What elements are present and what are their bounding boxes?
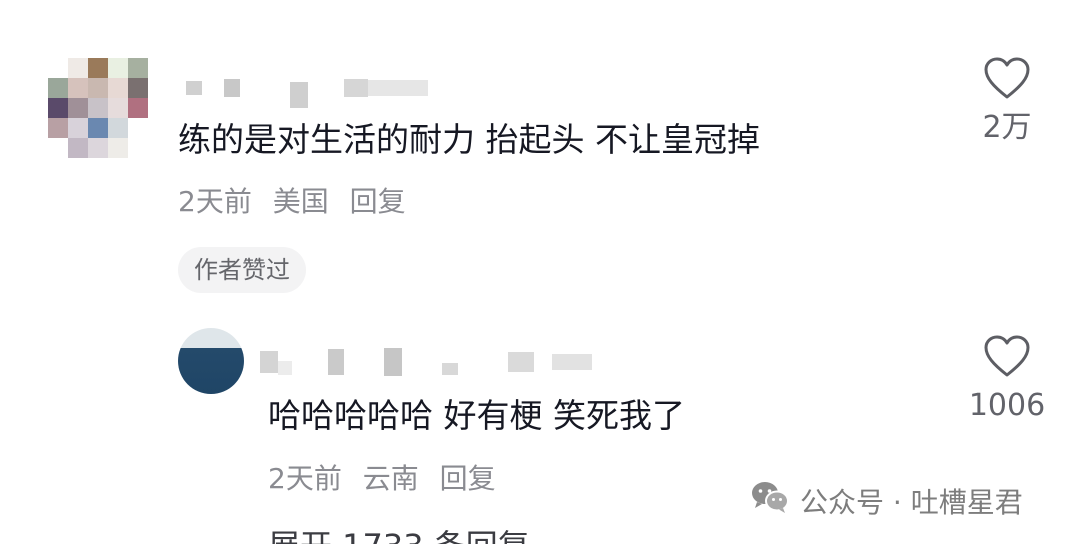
like-button[interactable]: 2万: [962, 56, 1052, 148]
comment-location: 美国: [272, 185, 329, 218]
author-liked-badge: 作者赞过: [178, 247, 306, 293]
comment-text: 哈哈哈哈哈 好有梗 笑死我了: [268, 396, 685, 435]
like-button[interactable]: 1006: [962, 334, 1052, 426]
wechat-icon: [750, 480, 790, 521]
username-blurred[interactable]: [260, 348, 592, 376]
avatar[interactable]: [178, 328, 244, 394]
like-count: 1006: [968, 388, 1046, 423]
comment-location: 云南: [362, 462, 419, 495]
heart-outline-icon[interactable]: [983, 334, 1031, 378]
reply-button[interactable]: 回复: [350, 185, 406, 218]
expand-replies-button[interactable]: 展开 1733 条回复: [268, 526, 530, 544]
reply-button[interactable]: 回复: [440, 462, 496, 495]
like-count: 2万: [982, 110, 1032, 145]
comment-time: 2天前: [178, 185, 252, 218]
comment-section: 练的是对生活的耐力 抬起头 不让皇冠掉 2天前 美国 回复 作者赞过 2万 哈哈…: [0, 0, 1080, 544]
comment-meta: 2天前 云南 回复: [268, 461, 508, 497]
comment-time: 2天前: [268, 462, 342, 495]
username-blurred[interactable]: [186, 68, 428, 108]
comment-meta: 2天前 美国 回复: [178, 184, 418, 220]
comment-text: 练的是对生活的耐力 抬起头 不让皇冠掉: [178, 120, 760, 159]
watermark: 公众号 · 吐槽星君: [750, 480, 1023, 521]
heart-outline-icon[interactable]: [983, 56, 1031, 100]
watermark-text: 公众号 · 吐槽星君: [800, 485, 1023, 519]
avatar[interactable]: [48, 58, 148, 158]
